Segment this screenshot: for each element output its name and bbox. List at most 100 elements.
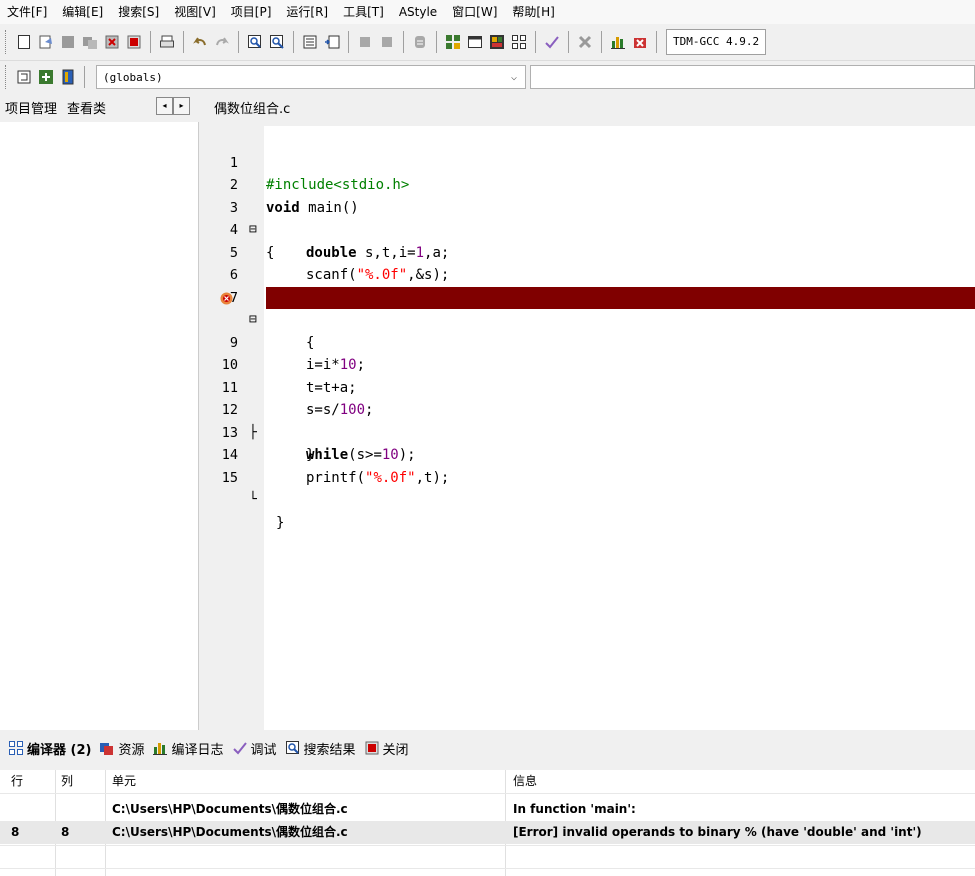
tab-debug[interactable]: 调试 [232, 739, 277, 758]
error-marker-icon[interactable] [220, 292, 233, 305]
code-line-9: 9 i=i*10; [208, 309, 975, 374]
save-all-icon[interactable] [82, 34, 98, 50]
tab-search-results[interactable]: 搜索结果 [285, 739, 356, 758]
row-divider [0, 845, 975, 846]
chevron-down-icon[interactable]: ⌵ [511, 66, 517, 90]
tab-compile-log[interactable]: 编译日志 [152, 739, 224, 758]
project-tree[interactable] [0, 122, 199, 730]
toolbar-grip[interactable] [5, 65, 9, 89]
stop-execution-icon[interactable] [577, 34, 593, 50]
globals-value: (globals) [103, 71, 163, 84]
globals-dropdown[interactable]: (globals) ⌵ [96, 65, 526, 89]
code-line-5: 5 scanf("%.0f",&s); [208, 219, 975, 284]
table-row[interactable]: C:\Users\HP\Documents\偶数位组合.c In functio… [0, 798, 975, 821]
profile-chart-icon[interactable] [610, 34, 626, 50]
left-panel-tabs: 项目管理 查看类 ◂ ▸ [0, 96, 201, 122]
bookmark-prev-icon[interactable] [357, 34, 373, 50]
editor-tab-file[interactable]: 偶数位组合.c [208, 98, 297, 122]
tab-label: 搜索结果 [303, 742, 356, 758]
bookmark-next-icon[interactable] [379, 34, 395, 50]
menu-view[interactable]: 视图[V] [167, 0, 224, 24]
toggle-comment-icon[interactable] [412, 34, 428, 50]
tab-class-browser[interactable]: 查看类 [62, 98, 111, 122]
menu-search[interactable]: 搜索[S] [111, 0, 167, 24]
save-icon[interactable] [60, 34, 76, 50]
left-tab-scroll: ◂ ▸ [156, 97, 190, 115]
print-icon[interactable] [159, 34, 175, 50]
tab-label: 调试 [250, 742, 277, 758]
header-info[interactable]: 信息 [513, 770, 975, 793]
open-file-icon[interactable] [38, 34, 54, 50]
compile-icon[interactable] [445, 34, 461, 50]
main-toolbar: TDM-GCC 4.9.2 [0, 24, 975, 61]
menu-tools[interactable]: 工具[T] [336, 0, 392, 24]
find-icon[interactable] [247, 34, 263, 50]
left-panel: 项目管理 查看类 ◂ ▸ [0, 96, 201, 730]
code-line-12: 12 ├ } [208, 377, 975, 463]
toolbar-separator [348, 31, 349, 53]
menu-help[interactable]: 帮助[H] [505, 0, 562, 24]
goto-declaration-icon[interactable] [60, 69, 76, 85]
unindent-icon[interactable] [324, 34, 340, 50]
members-dropdown[interactable] [530, 65, 975, 89]
compiler-select[interactable]: TDM-GCC 4.9.2 [666, 29, 767, 55]
code-line-6: 6 do [208, 242, 975, 306]
header-col[interactable]: 列 [61, 770, 103, 793]
tab-compiler[interactable]: 编译器 (2) [8, 739, 91, 758]
cell-info: [Error] invalid operands to binary % (ha… [513, 825, 922, 839]
compile-run-icon[interactable] [489, 34, 505, 50]
table-row-selected[interactable]: 8 8 C:\Users\HP\Documents\偶数位组合.c [Error… [0, 821, 975, 844]
tab-label: 编译日志 [171, 742, 224, 758]
toolbar-separator [238, 31, 239, 53]
delete-profile-icon[interactable] [632, 34, 648, 50]
tab-resources[interactable]: 资源 [99, 739, 144, 758]
goto-definition-icon[interactable] [38, 69, 54, 85]
insert-icon[interactable] [16, 69, 32, 85]
code-token: ,t); [415, 469, 450, 486]
error-line-highlight [266, 286, 975, 309]
menu-edit[interactable]: 编辑[E] [55, 0, 111, 24]
new-file-icon[interactable] [16, 34, 32, 50]
close-file-icon[interactable] [104, 34, 120, 50]
line-number: 15 [221, 469, 238, 486]
cell-row: 8 [11, 825, 20, 839]
header-unit[interactable]: 单元 [112, 770, 502, 793]
run-icon[interactable] [467, 34, 483, 50]
menu-window[interactable]: 窗口[W] [445, 0, 505, 24]
tab-close-panel[interactable]: 关闭 [364, 739, 409, 758]
row-divider [0, 868, 975, 869]
redo-icon[interactable] [214, 34, 230, 50]
toolbar-grip[interactable] [5, 30, 9, 54]
toolbar-separator [183, 31, 184, 53]
compiler-messages-table[interactable]: 行 列 单元 信息 C:\Users\HP\Documents\偶数位组合.c … [0, 770, 975, 876]
toolbar-separator [293, 31, 294, 53]
table-header-row: 行 列 单元 信息 [0, 770, 975, 793]
tab-label: 资源 [118, 742, 145, 758]
replace-icon[interactable] [269, 34, 285, 50]
close-all-icon[interactable] [126, 34, 142, 50]
code-line-15: 15 └ } [208, 444, 975, 531]
code-line-8-error: a=s/10%10*i; [208, 286, 975, 373]
indent-icon[interactable] [302, 34, 318, 50]
editor-tab-bar: 偶数位组合.c [205, 96, 975, 122]
tab-project-manager[interactable]: 项目管理 [0, 98, 63, 122]
undo-icon[interactable] [192, 34, 208, 50]
code-editor[interactable]: 1 #include<stdio.h> 2 void main() 3 ⊟ { … [208, 126, 975, 730]
menu-astyle[interactable]: AStyle [392, 0, 445, 24]
menu-run[interactable]: 运行[R] [279, 0, 336, 24]
code-line-7: 7 ⊟ { [208, 264, 975, 351]
class-toolbar: (globals) ⌵ [0, 61, 975, 93]
rebuild-all-icon[interactable] [511, 34, 527, 50]
header-row[interactable]: 行 [11, 770, 53, 793]
syntax-check-icon[interactable] [544, 34, 560, 50]
menu-project[interactable]: 项目[P] [224, 0, 280, 24]
tab-label: 编译器 (2) [27, 742, 92, 758]
code-line-10: 10 t=t+a; [208, 332, 975, 396]
toolbar-separator [436, 31, 437, 53]
scroll-right-icon[interactable]: ▸ [173, 97, 190, 115]
close-panel-icon [364, 740, 380, 756]
menu-file[interactable]: 文件[F] [0, 0, 55, 24]
menu-bar: 文件[F] 编辑[E] 搜索[S] 视图[V] 项目[P] 运行[R] 工具[T… [0, 0, 975, 24]
compiler-grid-icon [8, 740, 24, 756]
scroll-left-icon[interactable]: ◂ [156, 97, 173, 115]
